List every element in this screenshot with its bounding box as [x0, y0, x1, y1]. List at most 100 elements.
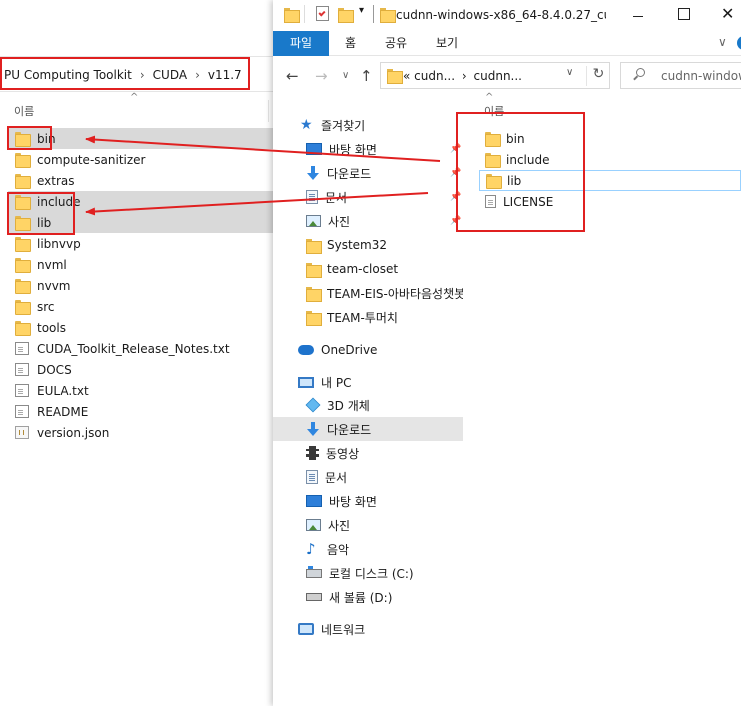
folder-icon — [306, 286, 322, 302]
download-icon — [306, 422, 320, 436]
item-label: tools — [37, 320, 66, 335]
nav-item-label: team-closet — [327, 262, 399, 276]
list-item[interactable]: src — [8, 296, 273, 317]
close-button[interactable]: ✕ — [721, 4, 734, 23]
nav-item-label: OneDrive — [321, 343, 378, 357]
tab-share[interactable]: 공유 — [385, 31, 407, 56]
refresh-icon[interactable]: ↻ — [586, 66, 610, 86]
nav-item[interactable]: ★ 즐겨찾기 — [273, 113, 463, 137]
nav-item-label: 사진 — [328, 518, 351, 533]
properties-icon[interactable] — [316, 6, 329, 21]
ribbon: 파일 홈 공유 보기 ∨ — [273, 31, 741, 56]
music-icon: ♪ — [306, 540, 316, 558]
nav-item[interactable]: 문서 — [273, 465, 463, 489]
nav-item[interactable]: 바탕 화면 📌 — [273, 137, 463, 161]
chevron-down-icon[interactable]: ∨ — [718, 35, 727, 49]
minimize-button[interactable] — [628, 8, 648, 24]
nav-item[interactable]: 새 볼륨 (D:) — [273, 585, 463, 609]
nav-item[interactable]: team-closet — [273, 257, 463, 281]
item-label: compute-sanitizer — [37, 152, 146, 167]
nav-item-label: 3D 개체 — [327, 398, 370, 413]
nav-item-label: 내 PC — [321, 375, 352, 390]
document-icon — [306, 190, 318, 204]
list-item[interactable]: extras — [8, 170, 273, 191]
list-item[interactable]: README — [8, 401, 273, 422]
breadcrumb-item[interactable]: cudn... — [414, 69, 455, 83]
tab-home[interactable]: 홈 — [345, 31, 356, 56]
nav-item-label: TEAM-투머치 — [327, 310, 398, 325]
nav-item-label: 동영상 — [326, 446, 360, 461]
list-item[interactable]: libnvvp — [8, 233, 273, 254]
nav-item[interactable]: 사진 — [273, 513, 463, 537]
folder-icon — [15, 237, 31, 252]
folder-icon — [387, 69, 403, 84]
item-label: nvml — [37, 257, 67, 272]
nav-item[interactable]: TEAM-EIS-아바타음성챗봇 — [273, 281, 463, 305]
annotation-box-cudnn-files — [456, 112, 585, 232]
forward-button[interactable]: → — [315, 67, 328, 85]
list-item[interactable]: version.json — [8, 422, 273, 443]
list-item[interactable]: EULA.txt — [8, 380, 273, 401]
tab-view[interactable]: 보기 — [436, 31, 458, 56]
list-item[interactable]: DOCS — [8, 359, 273, 380]
column-header-name[interactable]: 이름 — [14, 103, 34, 119]
nav-item[interactable]: 로컬 디스크 (C:) — [273, 561, 463, 585]
item-label: CUDA_Toolkit_Release_Notes.txt — [37, 341, 230, 356]
search-placeholder: cudnn-window — [661, 69, 741, 83]
nav-item-label: 즐겨찾기 — [321, 118, 366, 133]
nav-item-label: 다운로드 — [327, 422, 372, 437]
right-explorer-window: ▾ cudnn-windows-x86_64-8.4.0.27_cuda... … — [273, 0, 741, 706]
folder-icon — [15, 153, 31, 168]
nav-item-label: 새 볼륨 (D:) — [329, 590, 393, 605]
quick-access-dropdown-icon[interactable]: ▾ — [359, 5, 364, 16]
local-disk-icon — [306, 565, 322, 578]
document-icon — [306, 470, 318, 484]
nav-item[interactable]: 문서 📌 — [273, 185, 463, 209]
annotation-box-bin — [7, 126, 52, 150]
list-item[interactable]: CUDA_Toolkit_Release_Notes.txt — [8, 338, 273, 359]
desktop-icon — [306, 495, 322, 507]
item-label: extras — [37, 173, 75, 188]
nav-item[interactable]: 다운로드 — [273, 417, 463, 441]
nav-item[interactable]: 바탕 화면 — [273, 489, 463, 513]
nav-item[interactable]: System32 — [273, 233, 463, 257]
list-item[interactable]: compute-sanitizer — [8, 149, 273, 170]
nav-item[interactable]: 사진 📌 — [273, 209, 463, 233]
up-button[interactable]: ↑ — [360, 67, 373, 85]
address-bar[interactable]: « cudn... › cudnn... ∨ ↻ — [380, 62, 610, 89]
nav-item[interactable]: 내 PC — [273, 370, 463, 394]
folder-icon — [306, 262, 322, 278]
folder-icon — [284, 8, 300, 23]
nav-item[interactable]: 동영상 — [273, 441, 463, 465]
nav-item[interactable]: ♪ 음악 — [273, 537, 463, 561]
column-divider[interactable] — [268, 100, 269, 122]
file-icon — [15, 342, 29, 355]
item-label: libnvvp — [37, 236, 81, 251]
list-item[interactable]: nvvm — [8, 275, 273, 296]
maximize-button[interactable] — [678, 8, 690, 20]
nav-item[interactable]: 네트워크 — [273, 617, 463, 641]
list-item[interactable]: nvml — [8, 254, 273, 275]
overflow-icon[interactable]: « — [403, 69, 410, 83]
breadcrumb-item[interactable]: cudnn... — [474, 69, 522, 83]
search-input[interactable]: cudnn-window — [620, 62, 741, 89]
folder-icon — [306, 238, 322, 254]
file-icon — [15, 384, 29, 397]
folder-icon — [15, 279, 31, 294]
recent-locations-icon[interactable]: ∨ — [342, 70, 349, 81]
list-item[interactable]: tools — [8, 317, 273, 338]
nav-item[interactable]: TEAM-투머치 — [273, 305, 463, 329]
folder-icon — [380, 8, 396, 23]
desktop-icon — [306, 143, 322, 155]
folder-icon — [15, 321, 31, 336]
new-folder-icon[interactable] — [338, 8, 354, 23]
left-explorer-window: PU Computing Toolkit › CUDA › v11.7 ^ 이름 bin… — [0, 0, 273, 706]
title-bar[interactable]: ▾ cudnn-windows-x86_64-8.4.0.27_cuda... … — [273, 0, 741, 31]
chevron-down-icon[interactable]: ∨ — [566, 67, 573, 78]
nav-item[interactable]: 3D 개체 — [273, 393, 463, 417]
help-icon[interactable] — [737, 36, 741, 50]
back-button[interactable]: ← — [286, 67, 299, 85]
nav-item[interactable]: OneDrive — [273, 338, 463, 362]
tab-file[interactable]: 파일 — [273, 31, 329, 56]
nav-item[interactable]: 다운로드 📌 — [273, 161, 463, 185]
